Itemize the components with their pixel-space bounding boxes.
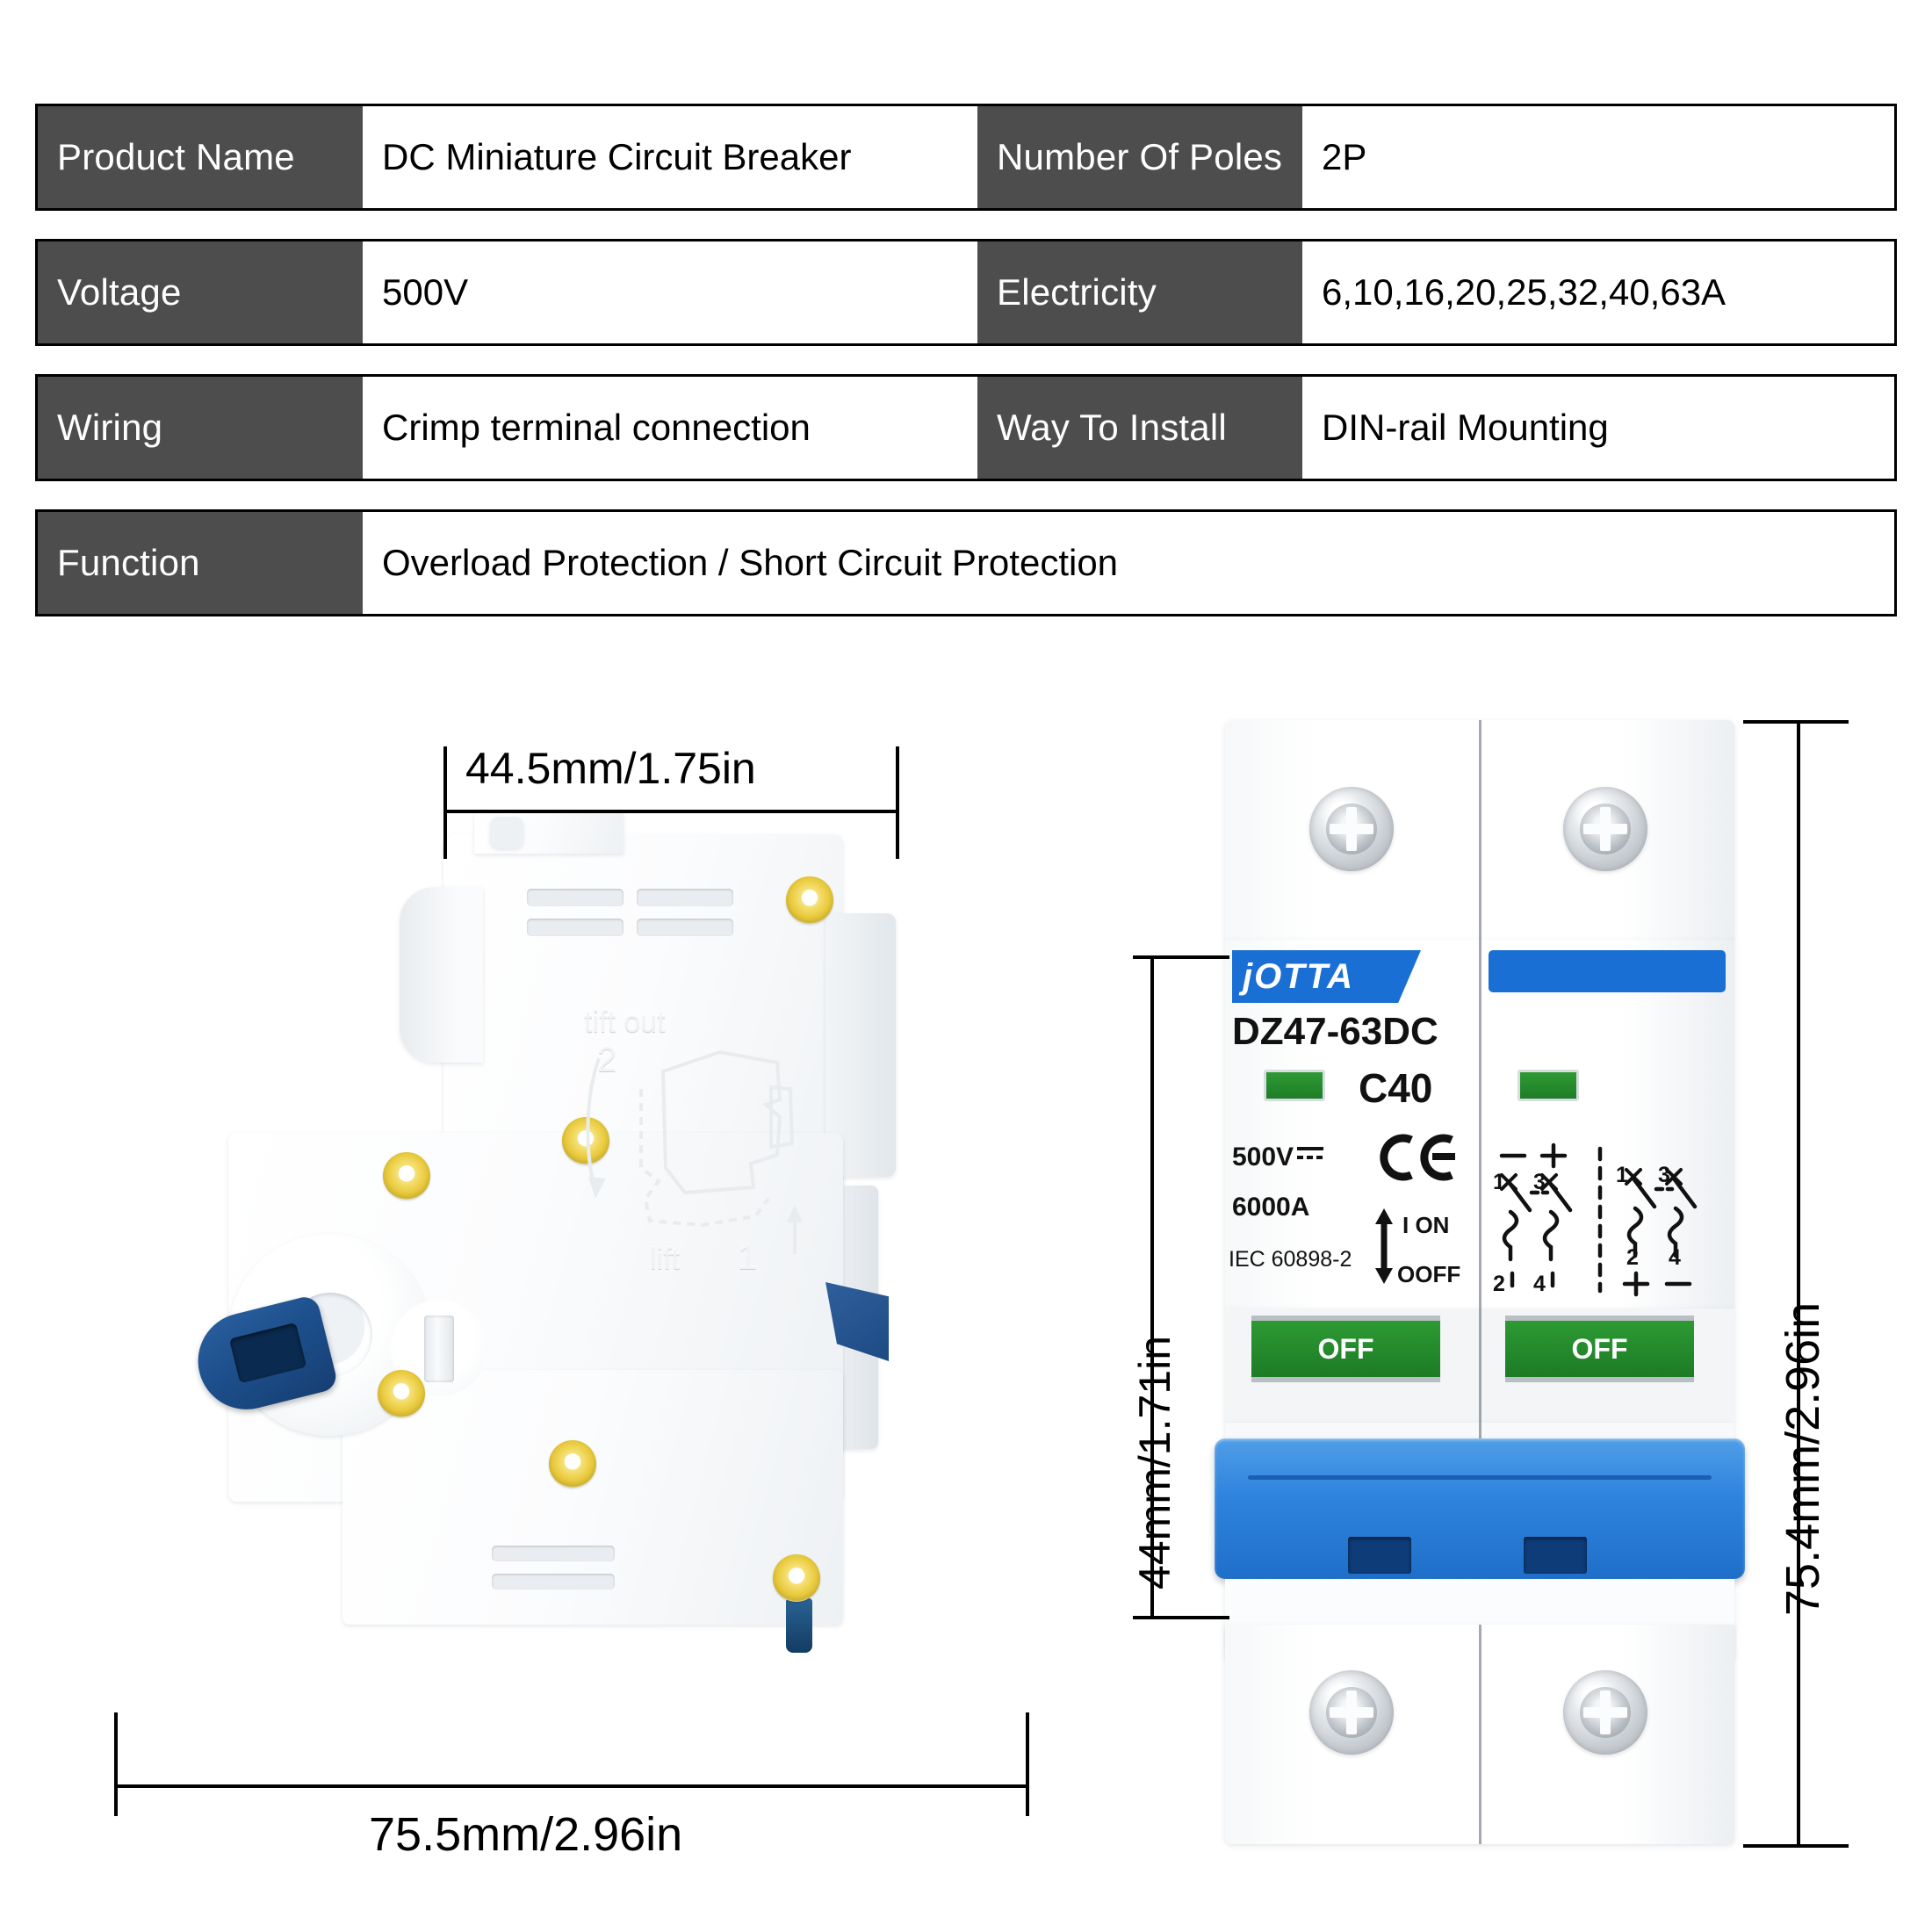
spec-value-electricity: 6,10,16,20,25,32,40,63A [1302,242,1894,343]
model-number-label: DZ47-63DC [1232,1010,1438,1053]
emboss-lift-out-label: tift out [584,1006,666,1039]
spec-key-way-to-install: Way To Install [977,377,1302,479]
spec-value-wiring: Crimp terminal connection [363,377,977,479]
spec-key-product-name: Product Name [38,106,363,208]
table-row: Wiring Crimp terminal connection Way To … [35,374,1897,481]
table-row: Function Overload Protection / Short Cir… [35,509,1897,616]
standard-label: IEC 60898-2 [1229,1247,1352,1272]
svg-text:2: 2 [1626,1245,1639,1270]
terminal-screw-top-right[interactable] [1563,787,1647,871]
vent-slot [637,889,733,906]
toggle-notch-right [1524,1537,1587,1574]
vent-slot [637,919,733,936]
rivet-eyelet [378,1370,425,1417]
terminal-screw-bottom-right[interactable] [1563,1670,1647,1755]
vent-slot [527,919,624,936]
breaker-side-view: tift out 2 lift 1 44.5mm/1.75in [187,746,984,1721]
pole-divider-body [1479,940,1481,1308]
spec-value-way-to-install: DIN-rail Mounting [1302,377,1894,479]
spec-key-voltage: Voltage [38,242,363,343]
dim-ext-top [1133,955,1229,959]
dim-label-front-body-height: 44mm/1.71in [1130,1335,1179,1590]
side-bottom-pin [786,1598,812,1653]
spec-key-number-of-poles: Number Of Poles [977,106,1302,208]
dim-label-front-total-height: 75.4mm/2.96in [1777,1301,1829,1616]
table-row: Product Name DC Miniature Circuit Breake… [35,104,1897,211]
vent-slot [492,1546,615,1561]
svg-text:4: 4 [1533,1272,1546,1296]
dc-symbol-icon [1297,1140,1327,1170]
dim-ext-left [443,746,447,859]
voltage-value: 500V [1232,1143,1294,1171]
dim-ext-top [1743,720,1849,724]
terminal-screw-bottom-left[interactable] [1309,1670,1394,1755]
table-row: Voltage 500V Electricity 6,10,16,20,25,3… [35,239,1897,346]
dim-ext-right [896,746,899,859]
switch-state-window-right: OFF [1505,1316,1694,1382]
dim-line-side-height [114,1784,1029,1788]
vent-slot [492,1574,615,1590]
switch-state-window-left: OFF [1251,1316,1440,1382]
toggle-handle[interactable] [1215,1438,1745,1579]
side-screwdriver-slot [424,1316,454,1382]
dim-ext-right [1026,1712,1029,1816]
rivet-eyelet [549,1440,596,1488]
dim-ext-bottom [1743,1844,1849,1848]
product-illustration-area: tift out 2 lift 1 44.5mm/1.75in 75.5mm/2… [0,703,1932,1932]
toggle-groove [1248,1475,1712,1480]
off-label: OOFF [1397,1261,1461,1287]
dim-ext-bottom [1133,1616,1229,1619]
svg-text:4: 4 [1669,1245,1681,1270]
rivet-eyelet [786,876,833,924]
pole-divider-top [1479,720,1481,940]
emboss-rail-diagram-icon [586,1049,803,1254]
dim-line-side-width [443,810,899,813]
spec-value-number-of-poles: 2P [1302,106,1894,208]
spec-value-product-name: DC Miniature Circuit Breaker [363,106,977,208]
spec-key-wiring: Wiring [38,377,363,479]
dim-label-side-width: 44.5mm/1.75in [465,744,756,793]
breaking-capacity-label: 6000A [1232,1193,1310,1222]
dim-label-side-height: 75.5mm/2.96in [369,1808,683,1861]
side-top-slot [490,817,523,848]
svg-text:1: 1 [1616,1163,1628,1187]
spec-key-electricity: Electricity [977,242,1302,343]
blue-accent-bar [1489,950,1726,992]
spec-value-function: Overload Protection / Short Circuit Prot… [363,512,1894,614]
toggle-notch-left [1348,1537,1411,1574]
current-rating-label: C40 [1359,1065,1433,1111]
spec-value-voltage: 500V [363,242,977,343]
svg-text:1: 1 [1493,1170,1505,1194]
side-terminal-bulge-top [400,887,483,1063]
product-spec-sheet: Product Name DC Miniature Circuit Breake… [0,0,1932,1932]
spec-key-function: Function [38,512,363,614]
wiring-schematic-icon: 1 3 2 4 1 3 2 4 [1493,1143,1698,1297]
dim-ext-left [114,1712,118,1816]
svg-text:3: 3 [1658,1163,1670,1187]
pole-divider-bottom [1479,1625,1481,1844]
side-toggle-recess [228,1322,307,1384]
rivet-eyelet [383,1152,430,1200]
svg-text:3: 3 [1533,1170,1546,1194]
vent-slot [527,889,624,906]
terminal-screw-top-left[interactable] [1309,787,1394,871]
voltage-label: 500V [1232,1140,1327,1172]
svg-text:2: 2 [1493,1272,1505,1296]
ce-mark-icon [1380,1134,1455,1181]
pole-divider-window [1479,1308,1481,1423]
status-led-left [1264,1070,1325,1101]
breaker-front-view: jOTTA DZ47-63DC C40 500V 6000A IEC 60898… [1215,720,1787,1879]
specification-table: Product Name DC Miniature Circuit Breake… [35,104,1897,616]
on-label: I ON [1402,1212,1450,1238]
dim-line-front-total-height [1797,720,1800,1844]
brand-logo: jOTTA [1232,950,1421,1003]
rivet-eyelet [773,1554,820,1602]
status-led-right [1517,1070,1579,1101]
on-off-arrow-icon [1375,1208,1393,1284]
